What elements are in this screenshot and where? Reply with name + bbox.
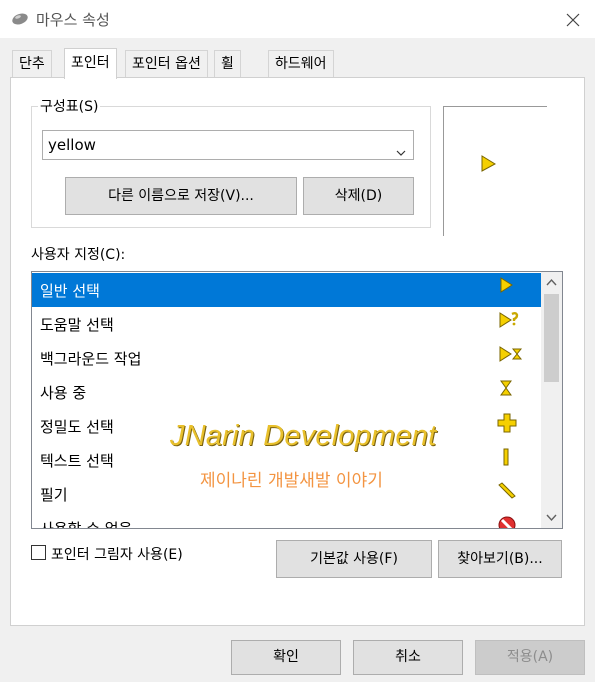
list-item[interactable]: 일반 선택 xyxy=(32,273,541,307)
list-item-label: 일반 선택 xyxy=(40,282,100,300)
tab-pointers[interactable]: 포인터 xyxy=(64,48,117,79)
watermark-title: JNarin Development xyxy=(170,420,437,452)
precision-cursor-icon xyxy=(496,412,518,438)
pointer-shadow-checkbox[interactable] xyxy=(31,545,46,560)
ok-button[interactable]: 확인 xyxy=(231,640,341,675)
list-item-label: 백그라운드 작업 xyxy=(40,350,142,368)
mouse-icon xyxy=(11,12,29,30)
list-item-label: 텍스트 선택 xyxy=(40,452,114,470)
use-default-button[interactable]: 기본값 사용(F) xyxy=(276,540,432,578)
cursor-preview xyxy=(443,106,547,236)
unavailable-cursor-icon xyxy=(496,514,518,528)
scroll-down-icon[interactable] xyxy=(541,507,562,528)
list-item[interactable]: 백그라운드 작업 xyxy=(32,341,541,375)
list-item-label: 사용 중 xyxy=(40,384,87,402)
apply-button[interactable]: 적용(A) xyxy=(475,640,585,675)
chevron-down-icon xyxy=(396,139,406,167)
arrow-cursor-icon xyxy=(481,155,497,179)
customize-label: 사용자 지정(C): xyxy=(31,247,126,263)
arrow-cursor-icon xyxy=(496,276,516,300)
list-item[interactable]: 사용할 수 없음 xyxy=(32,511,541,529)
tab-hardware[interactable]: 하드웨어 xyxy=(268,50,334,77)
tab-pointer-options[interactable]: 포인터 옵션 xyxy=(125,50,208,77)
scheme-dropdown-value: yellow xyxy=(48,136,96,154)
list-item-label: 정밀도 선택 xyxy=(40,418,114,436)
list-item-label: 사용할 수 없음 xyxy=(40,520,133,529)
scroll-up-icon[interactable] xyxy=(541,272,562,293)
scheme-dropdown[interactable]: yellow xyxy=(42,130,414,160)
browse-button[interactable]: 찾아보기(B)... xyxy=(438,540,562,578)
close-icon[interactable] xyxy=(560,8,586,32)
window-title: 마우스 속성 xyxy=(36,11,110,29)
list-item-label: 필기 xyxy=(40,486,68,504)
working-cursor-icon xyxy=(496,344,524,370)
tab-wheel[interactable]: 휠 xyxy=(214,50,241,77)
text-cursor-icon xyxy=(496,446,516,472)
title-bar: 마우스 속성 xyxy=(0,0,595,38)
list-item[interactable]: 사용 중 xyxy=(32,375,541,409)
watermark-subtitle: 제이나린 개발새발 이야기 xyxy=(200,471,383,491)
pointer-shadow-label[interactable]: 포인터 그림자 사용(E) xyxy=(51,544,183,564)
hourglass-cursor-icon xyxy=(496,378,516,404)
save-as-button[interactable]: 다른 이름으로 저장(V)... xyxy=(65,177,297,215)
list-item-label: 도움말 선택 xyxy=(40,316,114,334)
scrollbar-thumb[interactable] xyxy=(544,294,559,382)
tab-buttons[interactable]: 단추 xyxy=(12,50,52,77)
delete-scheme-button[interactable]: 삭제(D) xyxy=(303,177,414,215)
help-cursor-icon xyxy=(496,310,522,336)
handwriting-cursor-icon xyxy=(496,480,518,506)
scheme-group-label: 구성표(S) xyxy=(38,96,101,116)
list-scrollbar[interactable] xyxy=(541,272,562,528)
list-item[interactable]: 도움말 선택 xyxy=(32,307,541,341)
cancel-button[interactable]: 취소 xyxy=(353,640,463,675)
